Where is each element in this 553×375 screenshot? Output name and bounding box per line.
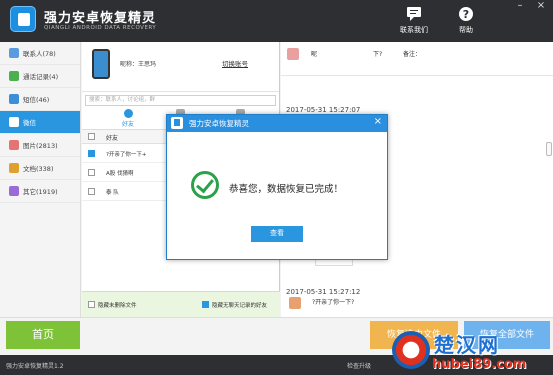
contact-name: ?开亲了你一下+	[106, 152, 147, 158]
help-label: 帮助	[459, 26, 473, 34]
close-window-icon[interactable]: ×	[535, 0, 547, 11]
version-label: 强力安卓恢复精灵1.2	[6, 363, 64, 370]
account-profile: 昵称：王思玛 切换账号	[82, 42, 279, 92]
sidebar-item-label: 联系人(78)	[23, 50, 56, 58]
app-logo-icon	[10, 6, 36, 32]
avatar	[289, 297, 301, 309]
image-icon	[9, 140, 19, 150]
chat-bubble-icon	[407, 7, 421, 21]
help-button[interactable]: ? 帮助	[458, 6, 474, 35]
search-input[interactable]: 搜索：联系人，讨论组，群	[85, 95, 276, 106]
app-logo-icon	[171, 117, 183, 129]
message-text: ?开亲了你一下?	[312, 299, 355, 306]
sidebar-item-label: 微信	[23, 119, 36, 127]
hide-deleted-label: 隐藏未删除文件	[98, 303, 137, 309]
watermark: 楚汉网 hubei89.com	[392, 325, 553, 375]
contact-us-button[interactable]: 联系我们	[400, 6, 428, 35]
contacts-icon	[9, 48, 19, 58]
select-all-checkbox[interactable]	[88, 133, 95, 140]
sidebar-item-label: 图片(2813)	[23, 142, 58, 150]
sidebar-item-label: 通话记录(4)	[23, 73, 59, 81]
sidebar-item-contacts[interactable]: 联系人(78)	[0, 42, 80, 65]
message-timestamp: 2017-05-31 15:27:12	[286, 288, 361, 296]
person-icon	[123, 109, 133, 118]
row-checkbox[interactable]	[88, 169, 95, 176]
watermark-text: 楚汉网	[434, 333, 500, 357]
dialog-header: 强力安卓恢复精灵 ×	[167, 115, 387, 132]
sidebar: 联系人(78) 通话记录(4) 短信(46) 微信 图片(2813) 文档(33…	[0, 42, 81, 317]
dialog-title: 强力安卓恢复精灵	[189, 119, 249, 128]
sidebar-item-label: 其它(1919)	[23, 188, 58, 196]
help-icon: ?	[459, 7, 473, 21]
chat-header-suffix: 下?	[373, 51, 383, 58]
wechat-icon	[9, 117, 19, 127]
scrollbar[interactable]	[546, 142, 552, 156]
hide-no-chat-checkbox[interactable]	[202, 301, 209, 308]
title-bar: 强力安卓恢复精灵 QIANGLI ANDROID DATA RECOVERY 联…	[0, 0, 553, 42]
app-subtitle: QIANGLI ANDROID DATA RECOVERY	[44, 25, 157, 31]
sidebar-item-label: 短信(46)	[23, 96, 50, 104]
hide-no-chat-label: 隐藏无聊天记录的好友	[212, 303, 268, 309]
tab-label: 好友	[121, 121, 134, 128]
minimize-icon[interactable]: –	[514, 0, 526, 11]
contact-name: A股 伐猜啊	[106, 171, 134, 177]
row-checkbox[interactable]	[88, 150, 95, 157]
column-friend: 好友	[106, 135, 119, 142]
contact-us-label: 联系我们	[400, 26, 428, 34]
svg-text:?: ?	[463, 8, 469, 21]
sidebar-item-label: 文档(338)	[23, 165, 54, 173]
watermark-url: hubei89.com	[432, 357, 527, 372]
tab-friends[interactable]: 好友	[108, 109, 148, 128]
phone-icon	[9, 71, 19, 81]
sidebar-item-documents[interactable]: 文档(338)	[0, 157, 80, 180]
watermark-logo-icon	[392, 331, 430, 369]
remark-label: 备注：	[403, 51, 422, 58]
success-check-icon	[191, 171, 219, 199]
message-timestamp: 2017-05-31 15:27:07	[286, 106, 361, 114]
sidebar-item-calls[interactable]: 通话记录(4)	[0, 65, 80, 88]
chat-header: 昵 下? 备注：	[281, 42, 553, 76]
hide-deleted-checkbox[interactable]	[88, 301, 95, 308]
dialog-message: 恭喜您，数据恢复已完成！	[229, 184, 344, 195]
chat-header-name: 昵	[311, 51, 318, 58]
view-button[interactable]: 查看	[251, 226, 303, 242]
sidebar-item-other[interactable]: 其它(1919)	[0, 180, 80, 203]
app-title: 强力安卓恢复精灵	[44, 11, 157, 26]
sidebar-item-images[interactable]: 图片(2813)	[0, 134, 80, 157]
other-icon	[9, 186, 19, 196]
sms-icon	[9, 94, 19, 104]
document-icon	[9, 163, 19, 173]
close-icon[interactable]: ×	[374, 116, 382, 127]
sidebar-item-sms[interactable]: 短信(46)	[0, 88, 80, 111]
avatar	[287, 48, 299, 60]
filter-bar: 隐藏未删除文件 隐藏无聊天记录的好友	[82, 291, 280, 317]
phone-device-icon	[92, 49, 110, 79]
sidebar-item-wechat[interactable]: 微信	[0, 111, 80, 134]
switch-account-link[interactable]: 切换账号	[222, 58, 248, 68]
home-button[interactable]: 首页	[6, 321, 80, 349]
row-checkbox[interactable]	[88, 188, 95, 195]
recovery-complete-dialog: 强力安卓恢复精灵 × 恭喜您，数据恢复已完成！ 查看	[166, 114, 388, 260]
nickname: 昵称：王思玛	[120, 61, 157, 68]
contact-name: 泰 队	[106, 190, 119, 196]
check-upgrade-link[interactable]: 检查升级	[347, 361, 371, 370]
